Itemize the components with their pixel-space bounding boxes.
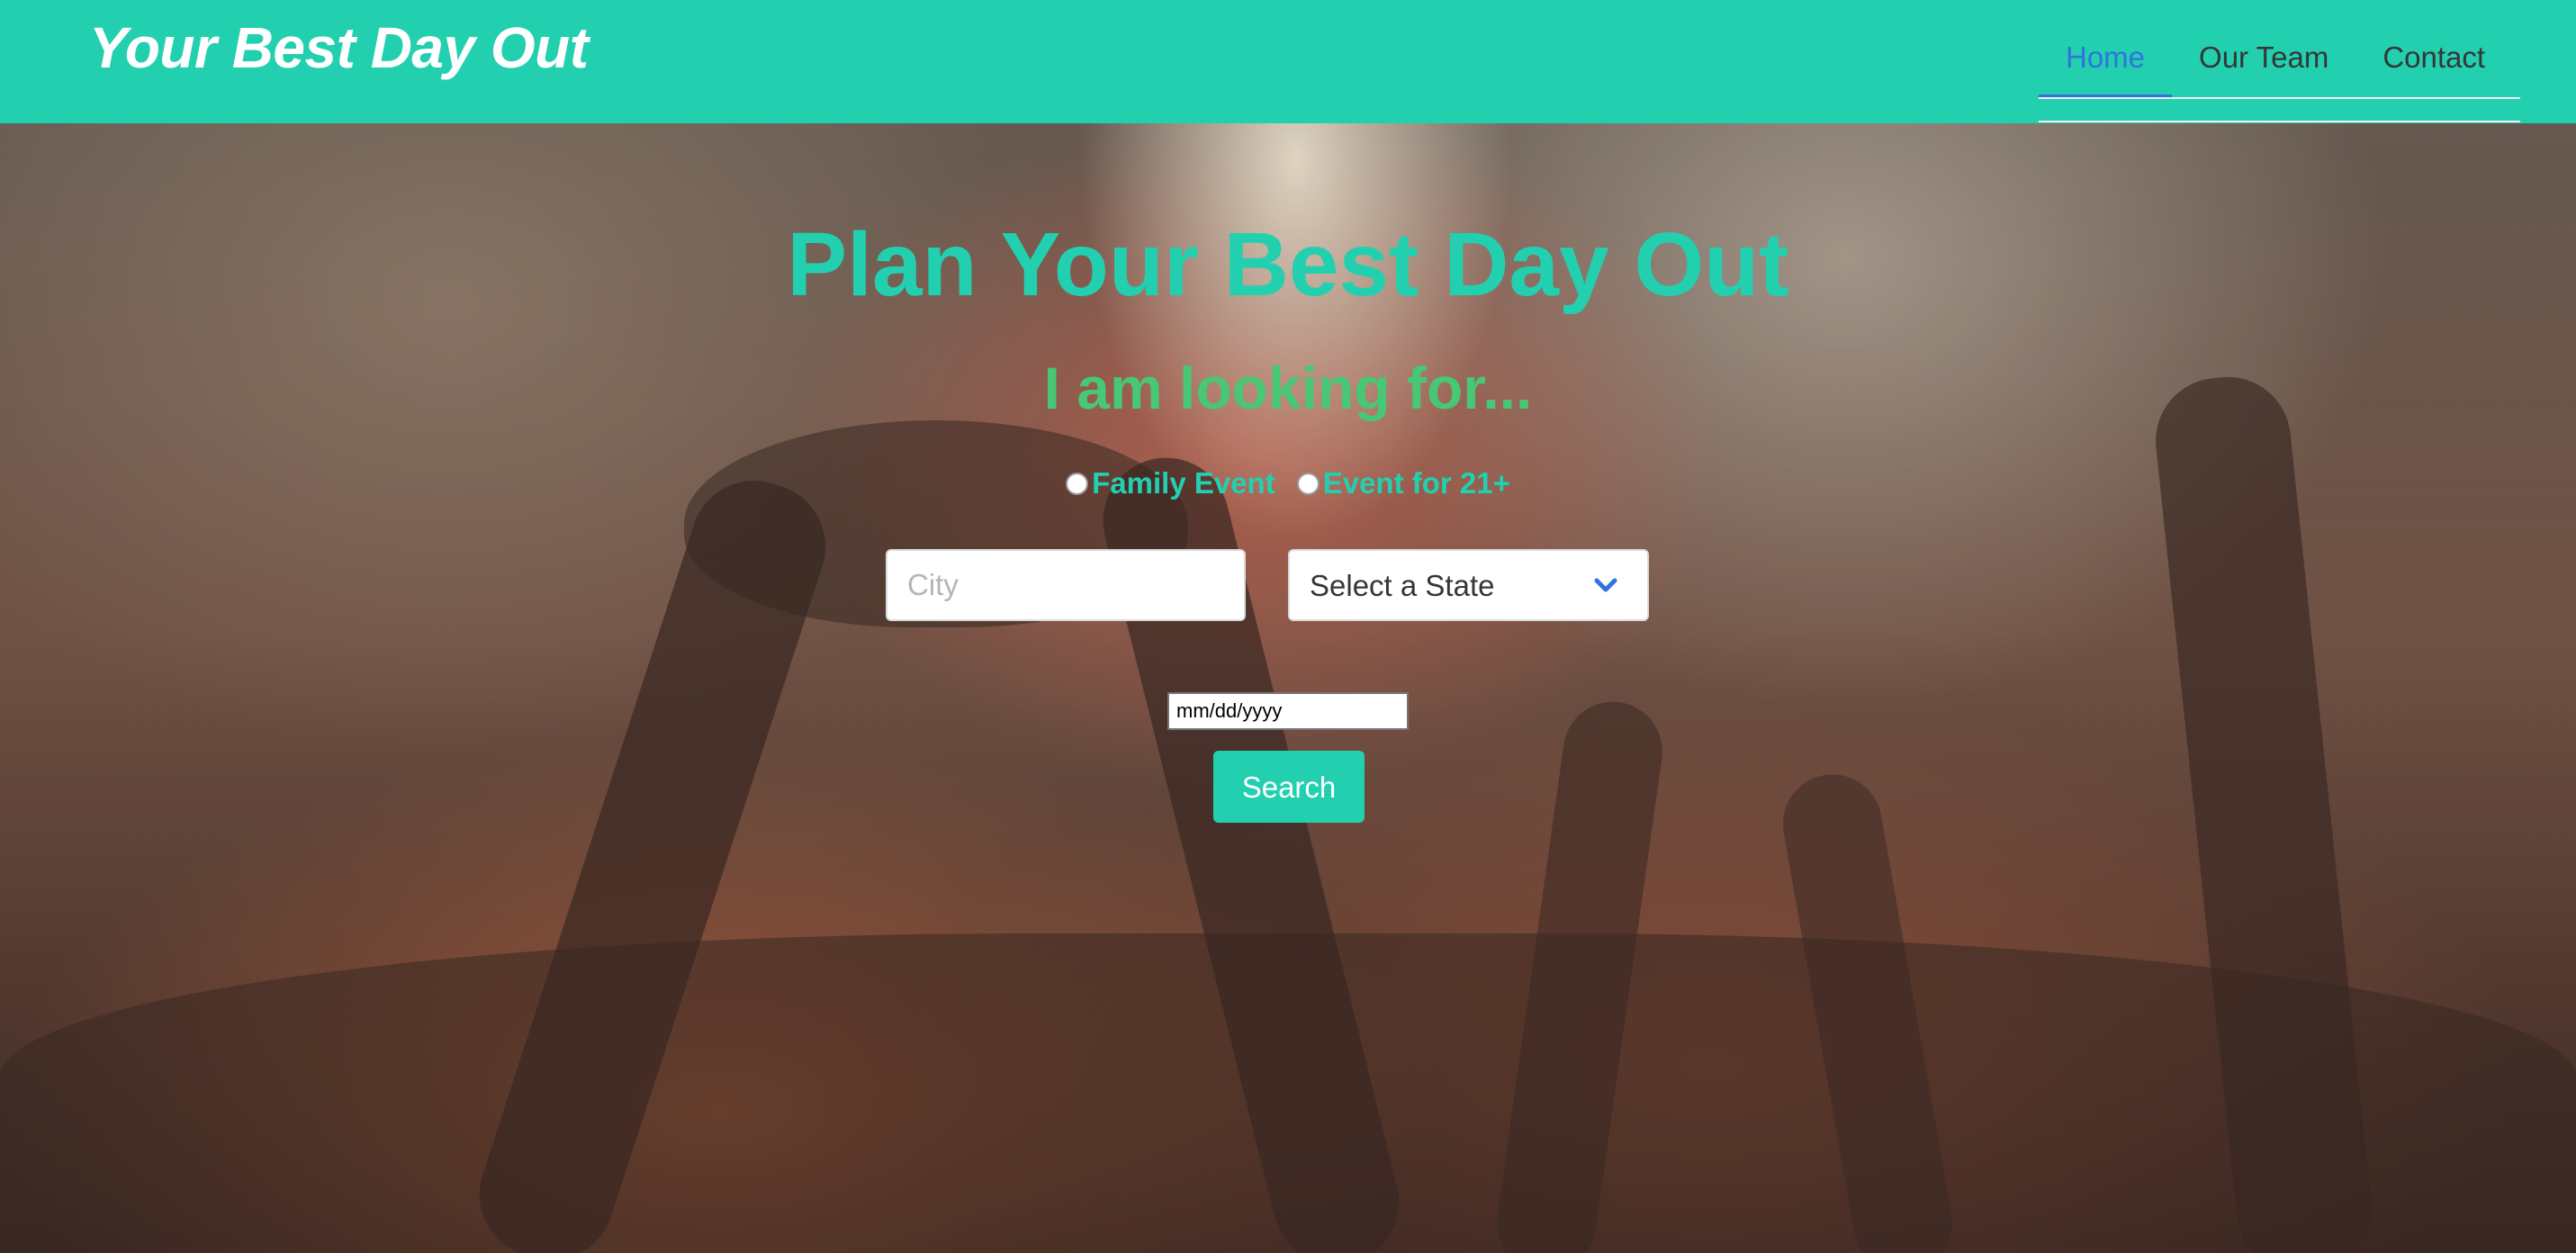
nav-tabs: Home Our Team Contact [2039,32,2520,99]
state-select-value: Select a State [1310,569,1495,602]
adult-event-radio[interactable] [1296,472,1320,495]
event-type-radio-group: Family Event Event for 21+ [0,466,2576,500]
date-input[interactable]: mm/dd/yyyy [1167,692,1409,730]
hero-subtitle: I am looking for... [1043,355,1533,421]
city-input[interactable] [886,549,1246,621]
family-event-label[interactable]: Family Event [1092,466,1275,500]
date-input-value: mm/dd/yyyy [1176,699,1283,722]
family-event-radio[interactable] [1066,472,1089,495]
hero-title: Plan Your Best Day Out [787,214,1789,315]
search-button[interactable]: Search [1213,751,1365,823]
tab-our-team[interactable]: Our Team [2172,32,2355,97]
brand-title[interactable]: Your Best Day Out [89,14,589,81]
nav-divider [2039,121,2520,122]
tab-contact[interactable]: Contact [2355,32,2512,97]
family-event-option[interactable]: Family Event [1066,466,1275,500]
chevron-down-icon [1594,578,1617,592]
navbar: Your Best Day Out Home Our Team Contact [0,0,2576,123]
page: Your Best Day Out Home Our Team Contact … [0,0,2576,1253]
adult-event-option[interactable]: Event for 21+ [1296,466,1510,500]
tab-home[interactable]: Home [2039,32,2173,97]
adult-event-label[interactable]: Event for 21+ [1323,466,1510,500]
state-select[interactable]: Select a State [1288,549,1649,621]
